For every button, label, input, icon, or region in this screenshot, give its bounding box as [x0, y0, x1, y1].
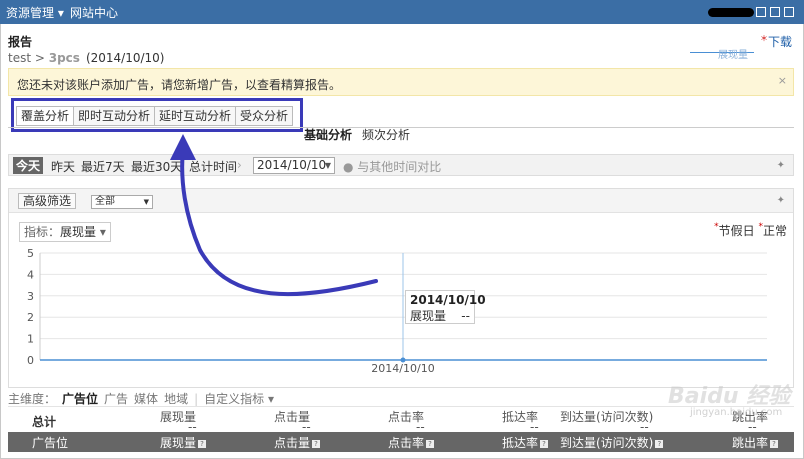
help-icon[interactable]: ?: [655, 439, 664, 448]
col-label: 抵达率: [502, 436, 539, 450]
help-icon[interactable]: ?: [198, 439, 207, 448]
y-tick-label: 0: [27, 354, 34, 367]
col-header[interactable]: 到达量(访问次数)?: [560, 434, 664, 451]
col-header[interactable]: 点击率?: [388, 434, 435, 451]
total-label: 总计: [32, 415, 57, 429]
help-icon[interactable]: ?: [312, 439, 321, 448]
y-tick-label: 2: [27, 311, 34, 324]
col-header[interactable]: 抵达率?: [502, 434, 549, 451]
y-tick-label: 3: [27, 290, 34, 303]
y-tick-label: 5: [27, 247, 34, 260]
help-icon[interactable]: ?: [540, 439, 549, 448]
tooltip-row: 展现量 --: [410, 307, 470, 324]
tooltip-value: --: [461, 309, 470, 323]
col-header[interactable]: 跳出率?: [732, 434, 779, 451]
col-label: 点击量: [274, 436, 311, 450]
y-tick-label: 1: [27, 333, 34, 346]
table-header: 广告位 展现量? 点击量? 点击率? 抵达率? 到达量(访问次数)? 跳出率?: [8, 432, 794, 452]
divider: |: [194, 392, 199, 406]
dimension-ad[interactable]: 广告: [104, 392, 128, 406]
col-label: 展现量: [160, 436, 197, 450]
watermark-logo: Baidu 经验: [668, 384, 791, 409]
col-label: 跳出率: [732, 436, 769, 450]
watermark-url: jingyan.baidu.com: [690, 407, 783, 418]
col-label: 点击率: [388, 436, 425, 450]
col-header[interactable]: 点击量?: [274, 434, 321, 451]
col-adslot[interactable]: 广告位: [32, 434, 68, 451]
dimension-label: 主维度：: [8, 392, 57, 406]
tooltip-date: 2014/10/10: [410, 293, 486, 307]
col-header[interactable]: 展现量?: [160, 434, 207, 451]
tooltip-metric: 展现量: [410, 309, 447, 323]
chart-tooltip: 2014/10/10 展现量 --: [405, 290, 486, 324]
help-icon[interactable]: ?: [770, 439, 779, 448]
help-icon[interactable]: ?: [426, 439, 435, 448]
x-tick-label: 2014/10/10: [371, 362, 434, 375]
dimension-adslot[interactable]: 广告位: [62, 392, 98, 406]
custom-metrics-menu[interactable]: 自定义指标 ▾: [204, 392, 274, 406]
dimension-region[interactable]: 地域: [164, 392, 188, 406]
col-label: 到达量(访问次数): [560, 436, 654, 450]
dimension-media[interactable]: 媒体: [134, 392, 158, 406]
y-tick-label: 4: [27, 268, 34, 281]
